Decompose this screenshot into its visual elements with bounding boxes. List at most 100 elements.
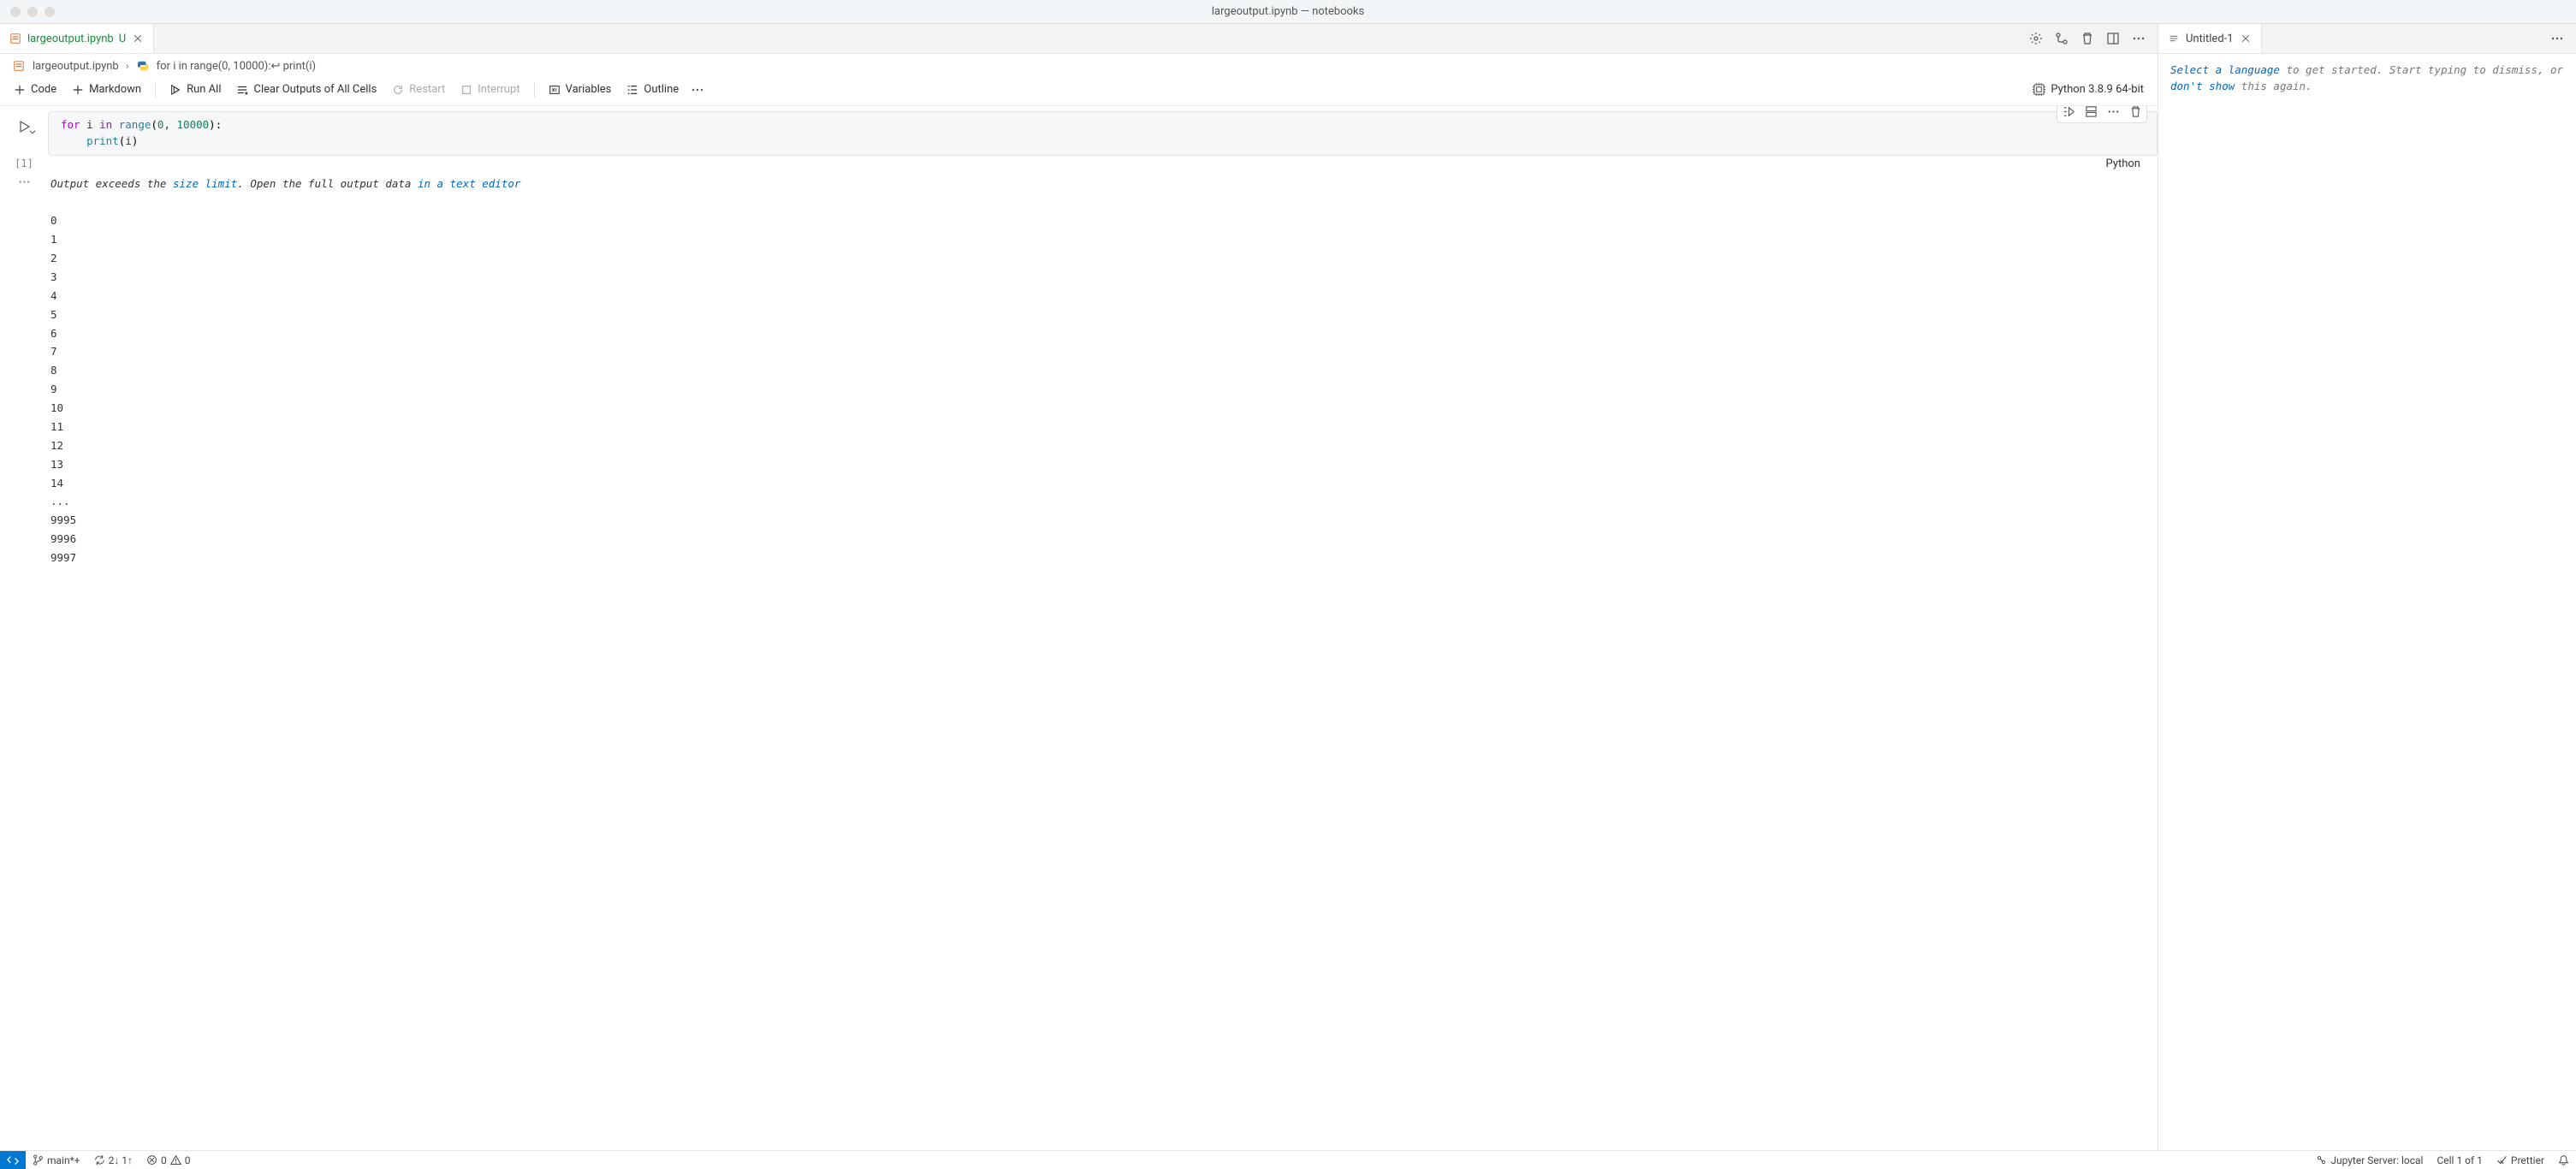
breadcrumb[interactable]: largeoutput.ipynb › for i in range(0, 10… <box>0 54 2158 78</box>
dont-show-link[interactable]: don't show <box>2170 80 2235 92</box>
traffic-minimize[interactable] <box>27 7 38 17</box>
window-title: largeoutput.ipynb — notebooks <box>1212 5 1364 18</box>
problems[interactable]: 0 0 <box>139 1154 198 1166</box>
cell-language[interactable]: Python <box>2106 157 2146 170</box>
add-markdown-button[interactable]: Markdown <box>67 80 146 98</box>
close-icon[interactable] <box>2239 32 2253 45</box>
output-line: 4 <box>50 287 2146 306</box>
select-language-link[interactable]: Select a language <box>2170 63 2280 76</box>
error-count: 0 <box>161 1154 167 1166</box>
output-line: 13 <box>50 455 2146 474</box>
git-sync[interactable]: 2↓ 1↑ <box>87 1154 139 1166</box>
close-icon[interactable] <box>131 32 145 45</box>
cell-gutter <box>0 111 48 156</box>
clear-outputs-button[interactable]: Clear Outputs of All Cells <box>231 80 382 98</box>
breadcrumb-segment[interactable]: for i in range(0, 10000):↩ print(i) <box>157 60 316 73</box>
output-line: 1 <box>50 230 2146 249</box>
output-line: 7 <box>50 342 2146 361</box>
jupyter-server-label: Jupyter Server: local <box>2330 1154 2423 1166</box>
split-cell-icon[interactable] <box>2081 106 2100 121</box>
variables-button[interactable]: Variables <box>543 80 617 98</box>
python-icon <box>136 59 150 73</box>
output-line: 2 <box>50 249 2146 268</box>
output-line: 0 <box>50 211 2146 230</box>
jupyter-server[interactable]: Jupyter Server: local <box>2309 1154 2430 1166</box>
output-line: 5 <box>50 306 2146 324</box>
trash-icon[interactable] <box>2079 30 2096 47</box>
code-editor[interactable]: for i in range(0, 10000): print(i) <box>48 111 2158 156</box>
traffic-close[interactable] <box>10 7 21 17</box>
tab-dirty-indicator: U <box>119 33 126 45</box>
clear-outputs-label: Clear Outputs of All Cells <box>253 83 377 96</box>
separator <box>155 82 156 98</box>
traffic-zoom[interactable] <box>45 7 55 17</box>
breadcrumb-segment[interactable]: largeoutput.ipynb <box>33 60 119 73</box>
interrupt-button[interactable]: Interrupt <box>455 80 525 98</box>
ellipsis-icon[interactable] <box>689 81 706 98</box>
restart-label: Restart <box>409 83 445 96</box>
prettier-label: Prettier <box>2511 1154 2544 1166</box>
editor-group-right: Untitled-1 Select a language to get star… <box>2158 24 2576 1150</box>
git-branch[interactable]: main*+ <box>26 1154 87 1166</box>
kernel-picker[interactable]: Python 3.8.9 64-bit <box>2027 80 2149 98</box>
output-line: 12 <box>50 436 2146 455</box>
open-in-editor-link[interactable]: in a text editor <box>418 177 520 190</box>
chevron-down-icon[interactable] <box>24 123 41 140</box>
outline-button[interactable]: Outline <box>621 80 684 98</box>
text-file-icon <box>2167 32 2181 45</box>
tab-label: largeoutput.ipynb <box>27 33 114 45</box>
size-limit-link[interactable]: size limit <box>173 177 237 190</box>
notifications-icon[interactable] <box>2551 1154 2576 1166</box>
output-truncation-warning: Output exceeds the size limit. Open the … <box>50 175 2146 193</box>
layout-icon[interactable] <box>2104 30 2122 47</box>
add-code-label: Code <box>31 83 56 96</box>
output-line: 11 <box>50 418 2146 436</box>
notebook-toolbar: Code Markdown Run All Clear Outputs of A… <box>0 78 2158 106</box>
cell-position[interactable]: Cell 1 of 1 <box>2430 1154 2489 1166</box>
notebook-file-icon <box>9 32 22 45</box>
tab-largeoutput[interactable]: largeoutput.ipynb U <box>0 24 154 53</box>
ellipsis-icon[interactable] <box>2104 106 2122 121</box>
tabbar-left: largeoutput.ipynb U <box>0 24 2158 54</box>
output-blank <box>50 193 2146 211</box>
run-by-line-icon[interactable] <box>2059 106 2078 121</box>
code-cell[interactable]: for i in range(0, 10000): print(i) [1] P… <box>0 111 2158 573</box>
tabbar-right: Untitled-1 <box>2158 24 2576 54</box>
untitled-placeholder[interactable]: Select a language to get started. Start … <box>2158 54 2576 104</box>
output-line: 9996 <box>50 530 2146 549</box>
output-line: 9995 <box>50 511 2146 530</box>
run-all-button[interactable]: Run All <box>164 80 226 98</box>
prettier-status[interactable]: Prettier <box>2490 1154 2551 1166</box>
cell-position-label: Cell 1 of 1 <box>2437 1154 2482 1166</box>
separator <box>534 82 535 98</box>
titlebar: largeoutput.ipynb — notebooks <box>0 0 2576 24</box>
outline-label: Outline <box>644 83 679 96</box>
variables-label: Variables <box>566 83 612 96</box>
output-line: 10 <box>50 399 2146 418</box>
trash-icon[interactable] <box>2126 106 2145 121</box>
output-line: 6 <box>50 324 2146 343</box>
ellipsis-icon[interactable] <box>15 174 33 191</box>
tab-actions-left <box>2027 30 2151 47</box>
output-line: 9997 <box>50 549 2146 567</box>
gear-icon[interactable] <box>2027 30 2045 47</box>
warning-count: 0 <box>185 1154 191 1166</box>
output-line: 9 <box>50 380 2146 399</box>
notebook-body[interactable]: for i in range(0, 10000): print(i) [1] P… <box>0 106 2158 1150</box>
output-line: 3 <box>50 268 2146 287</box>
diff-icon[interactable] <box>2053 30 2070 47</box>
window-controls <box>0 7 55 17</box>
ellipsis-icon[interactable] <box>2130 30 2147 47</box>
remote-indicator[interactable] <box>0 1151 26 1169</box>
output-line: 8 <box>50 361 2146 380</box>
ellipsis-icon[interactable] <box>2549 30 2566 47</box>
cell-output[interactable]: Output exceeds the size limit. Open the … <box>48 172 2158 573</box>
interrupt-label: Interrupt <box>478 83 519 96</box>
cell-toolbar <box>2057 106 2147 123</box>
restart-button[interactable]: Restart <box>387 80 450 98</box>
editor-group-left: largeoutput.ipynb U largeoutput.ipynb › <box>0 24 2158 1150</box>
branch-name: main*+ <box>47 1154 80 1166</box>
add-code-button[interactable]: Code <box>9 80 62 98</box>
notebook-file-icon <box>12 59 26 73</box>
tab-untitled[interactable]: Untitled-1 <box>2158 24 2262 53</box>
